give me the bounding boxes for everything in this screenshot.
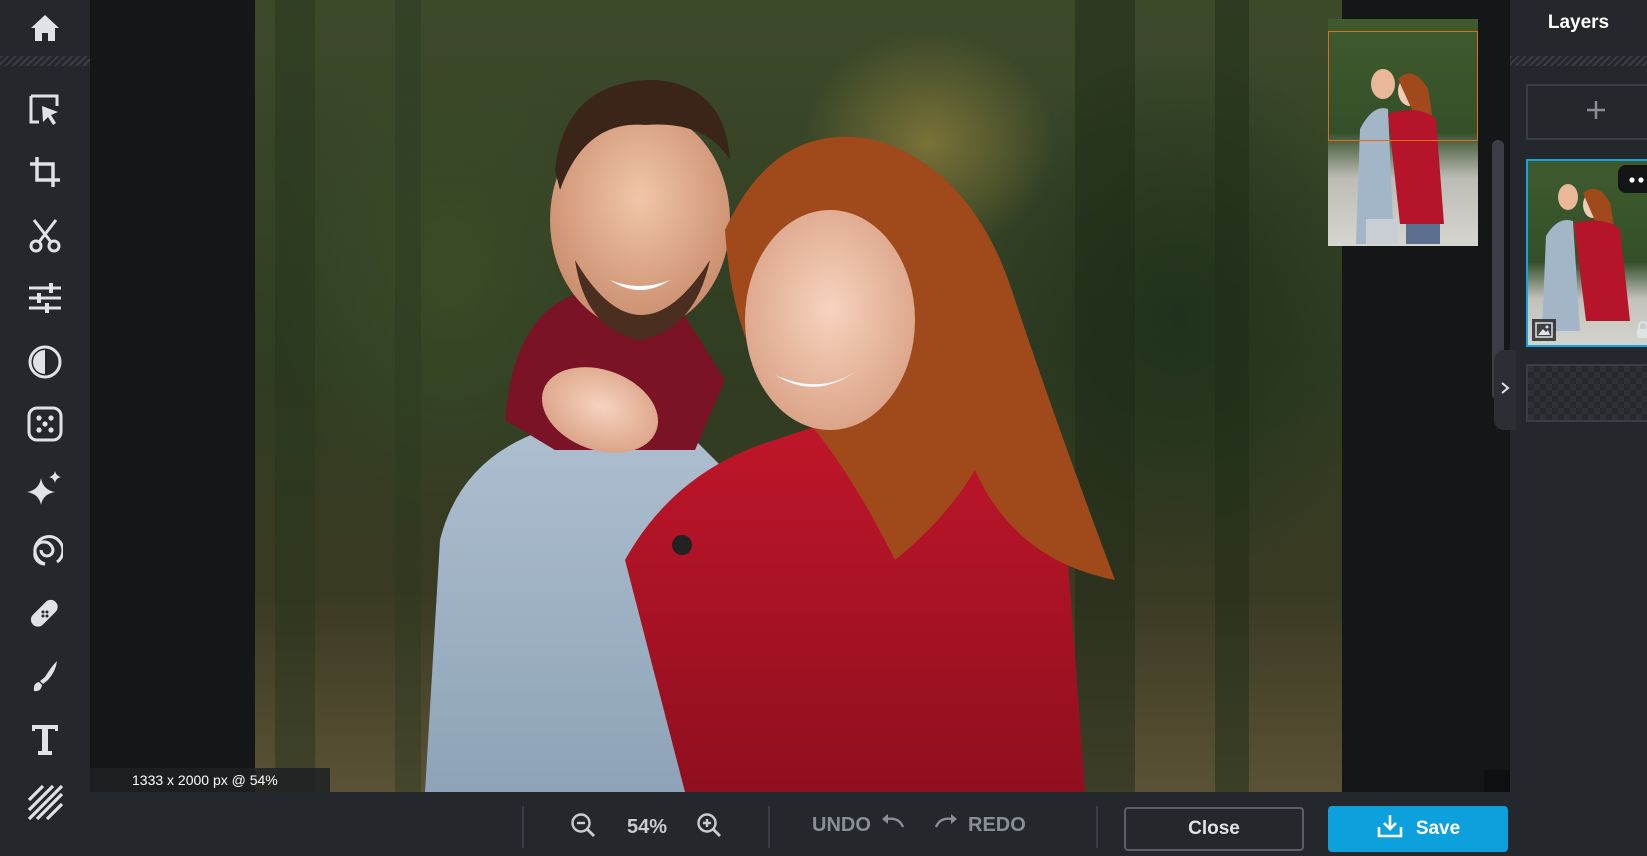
retouch-tool-button[interactable] [0,456,90,520]
navigator-viewport-frame[interactable] [1328,31,1478,141]
lock-icon[interactable] [1632,319,1647,341]
bottom-divider [1096,806,1098,848]
text-tool-button[interactable] [0,708,90,772]
redo-arrow-icon [934,813,960,837]
left-toolbar [0,0,90,856]
zoom-out-button[interactable] [568,812,598,842]
bottom-divider [768,806,770,848]
heal-bandage-icon [28,597,62,631]
cutout-tool-button[interactable] [0,204,90,268]
liquify-tool-button[interactable] [0,518,90,582]
save-label: Save [1415,818,1461,839]
arrange-tool-button[interactable] [0,78,90,142]
image-info-bar: 1333 x 2000 px @ 54% [90,768,330,792]
undo-button[interactable]: UNDO [812,810,905,840]
add-layer-button[interactable] [1526,84,1647,140]
layer-type-image-icon [1532,319,1556,341]
adjust-tool-button[interactable] [0,266,90,330]
image-dimensions-zoom-text: 1333 x 2000 px @ 54% [132,772,278,788]
canvas-photo[interactable] [255,0,1342,792]
retouch-sparkle-icon [27,470,63,506]
plus-icon [1585,99,1607,126]
bottom-divider [522,806,524,848]
more-dots-icon [1629,170,1647,188]
zoom-out-icon [570,812,596,843]
adjust-sliders-icon [27,282,63,314]
filter-tool-button[interactable] [0,330,90,394]
filter-contrast-icon [27,344,63,380]
effects-tool-button[interactable] [0,392,90,456]
draw-tool-button[interactable] [0,644,90,708]
photo-editor-app: 1333 x 2000 px @ 54% Layers 54% UNDO RED… [0,0,1647,856]
save-button[interactable]: Save [1328,806,1508,852]
cutout-scissors-icon [28,218,62,254]
undo-arrow-icon [879,813,905,837]
layer-item-transparent[interactable] [1526,364,1647,422]
text-icon [29,723,61,757]
layers-divider [1510,56,1647,66]
home-icon [29,13,61,43]
crop-icon [28,155,62,189]
pattern-tool-button[interactable] [0,770,90,834]
layer-item-photo[interactable] [1526,159,1647,347]
zoom-level: 54% [626,815,668,838]
redo-button[interactable]: REDO [934,810,1026,840]
toolbar-divider [0,56,90,66]
download-icon [1376,813,1404,845]
select-arrange-icon [27,92,63,128]
heal-tool-button[interactable] [0,582,90,646]
couple-photo-illustration [275,0,1249,792]
canvas-corner [1484,770,1510,792]
zoom-in-button[interactable] [694,812,724,842]
undo-label: UNDO [812,813,871,836]
crop-tool-button[interactable] [0,140,90,204]
layers-title: Layers [1547,12,1610,33]
layers-panel: Layers [1510,0,1647,856]
bottom-bar: 54% UNDO REDO Close Save [90,792,1510,856]
liquify-swirl-icon [27,532,63,568]
chevron-right-icon [1500,381,1510,400]
zoom-in-icon [696,812,722,843]
layer-options-button[interactable] [1618,165,1647,193]
collapse-panel-button[interactable] [1494,350,1516,430]
redo-label: REDO [968,813,1026,836]
effects-dots-icon [27,406,63,442]
pattern-stripes-icon [27,784,63,820]
draw-brush-icon [29,659,61,693]
close-button[interactable]: Close [1124,807,1304,851]
canvas-area[interactable]: 1333 x 2000 px @ 54% [90,0,1510,792]
navigator-thumbnail[interactable] [1328,19,1478,246]
home-button[interactable] [0,0,90,56]
